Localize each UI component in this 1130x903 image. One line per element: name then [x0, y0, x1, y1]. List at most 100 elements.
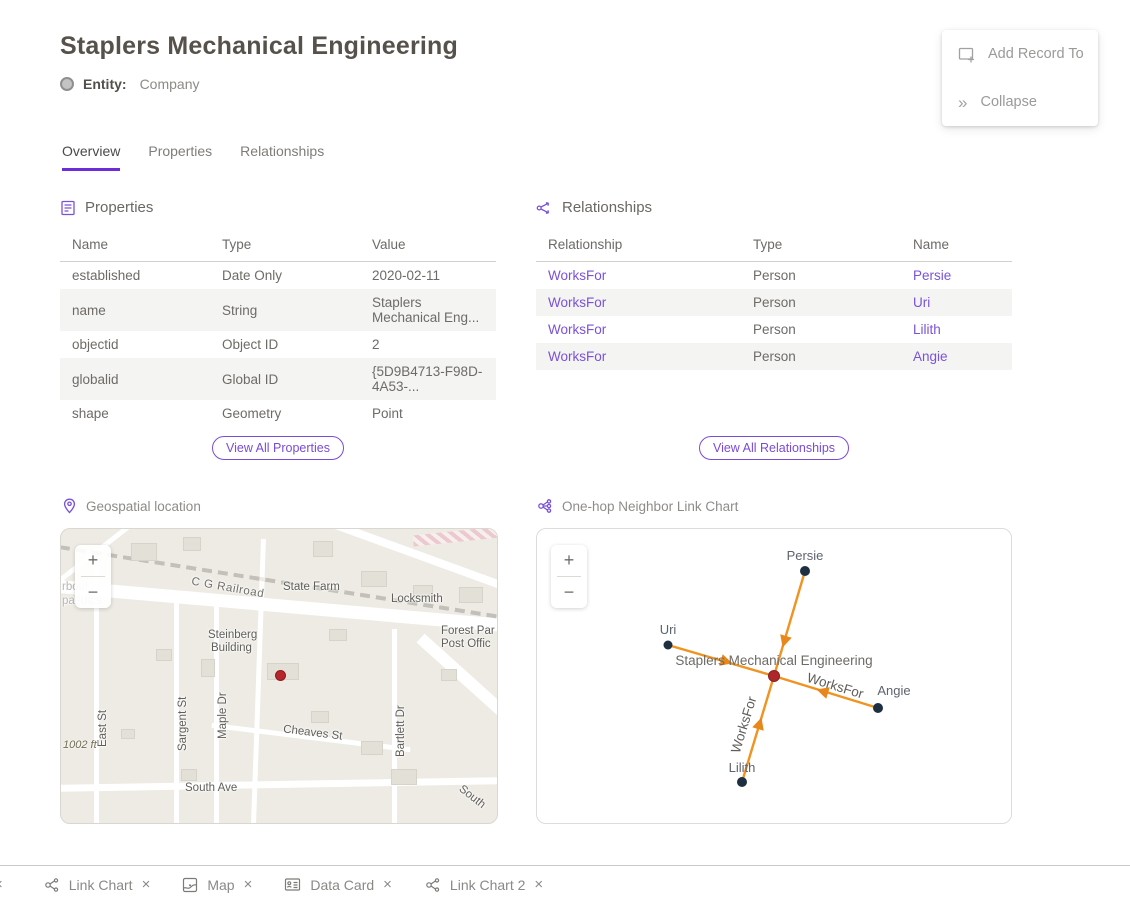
cell: {5D9B4713-F98D-4A53-...: [360, 358, 496, 400]
view-all-properties-button[interactable]: View All Properties: [212, 436, 344, 460]
linkchart-section-header: One-hop Neighbor Link Chart: [536, 498, 738, 514]
table-row[interactable]: WorksFor Person Persie: [536, 262, 1012, 290]
entity-link[interactable]: Lilith: [901, 316, 1012, 343]
table-row[interactable]: name String Staplers Mechanical Eng...: [60, 289, 496, 331]
map-label: Steinberg: [208, 629, 257, 641]
view-all-relationships-button[interactable]: View All Relationships: [699, 436, 849, 460]
bottom-tab-label: Data Card: [310, 877, 374, 893]
table-row[interactable]: globalid Global ID {5D9B4713-F98D-4A53-.…: [60, 358, 496, 400]
bottom-tab-map[interactable]: Map ×: [182, 876, 252, 893]
zoom-out-button[interactable]: −: [75, 577, 111, 608]
tab-properties[interactable]: Properties: [148, 143, 212, 171]
bottom-tab-link-chart[interactable]: Link Chart ×: [43, 876, 151, 893]
tab-close-icon[interactable]: ×: [0, 876, 3, 893]
properties-section-header: Properties: [60, 199, 496, 216]
tab-close-icon[interactable]: ×: [142, 876, 151, 893]
menu-item-label: Add Record To: [988, 46, 1084, 62]
entity-value: Company: [140, 76, 200, 92]
node-angie[interactable]: [873, 703, 883, 713]
table-row[interactable]: WorksFor Person Angie: [536, 343, 1012, 370]
tab-close-icon[interactable]: ×: [534, 876, 543, 893]
entity-link[interactable]: Uri: [901, 289, 1012, 316]
page-title: Staplers Mechanical Engineering: [60, 32, 458, 61]
column-header: Relationship: [536, 230, 741, 262]
bottom-tab-link-chart-2[interactable]: Link Chart 2 ×: [424, 876, 543, 893]
node-label: Persie: [787, 548, 824, 563]
column-header: Name: [901, 230, 1012, 262]
map-label: Maple Dr: [217, 692, 229, 739]
link-chart-tab-icon: [424, 877, 441, 893]
zoom-in-button[interactable]: +: [551, 545, 587, 576]
linkchart-section-title: One-hop Neighbor Link Chart: [562, 499, 738, 514]
map-building: [361, 571, 387, 587]
node-center[interactable]: [769, 671, 780, 682]
table-row[interactable]: WorksFor Person Lilith: [536, 316, 1012, 343]
table-row[interactable]: shape Geometry Point: [60, 400, 496, 427]
map-label: East St: [97, 710, 109, 747]
map-building: [183, 537, 201, 551]
zoom-out-button[interactable]: −: [551, 577, 587, 608]
relationship-link[interactable]: WorksFor: [536, 343, 741, 370]
map-building: [131, 543, 157, 561]
linkchart-graph: WorksFor WorksFor Persie Uri Angie Lilit…: [537, 529, 1011, 823]
map-building: [201, 659, 215, 677]
entity-type-dot-icon: [60, 77, 74, 91]
map-label: Post Offic: [441, 638, 491, 650]
relationship-link[interactable]: WorksFor: [536, 262, 741, 290]
bottom-tab-data-card[interactable]: Data Card ×: [284, 876, 392, 893]
table-row[interactable]: objectid Object ID 2: [60, 331, 496, 358]
location-pin-icon: [62, 498, 77, 514]
relationships-header-row: Relationship Type Name: [536, 230, 1012, 262]
cell: shape: [60, 400, 210, 427]
properties-header-row: Name Type Value: [60, 230, 496, 262]
column-header: Name: [60, 230, 210, 262]
map-canvas[interactable]: rbour paedics C G Railroad State Farm Lo…: [60, 528, 498, 824]
cell: Staplers Mechanical Eng...: [360, 289, 496, 331]
map-building: [181, 769, 197, 781]
relationship-link[interactable]: WorksFor: [536, 289, 741, 316]
zoom-in-button[interactable]: +: [75, 545, 111, 576]
map-building: [459, 587, 483, 603]
map-section-header: Geospatial location: [62, 498, 201, 514]
menu-item-add-record-to[interactable]: Add Record To: [942, 30, 1098, 78]
properties-actions: View All Properties: [60, 436, 496, 460]
table-row[interactable]: WorksFor Person Uri: [536, 289, 1012, 316]
table-row[interactable]: established Date Only 2020-02-11: [60, 262, 496, 290]
tab-overview[interactable]: Overview: [62, 143, 120, 171]
tab-close-icon[interactable]: ×: [383, 876, 392, 893]
node-label: Angie: [877, 683, 910, 698]
tab-close-icon[interactable]: ×: [244, 876, 253, 893]
relationships-section: Relationships Relationship Type Name Wor…: [536, 199, 1012, 370]
map-label: Locksmith: [391, 593, 443, 605]
data-card-tab-icon: [284, 877, 301, 892]
node-persie[interactable]: [800, 566, 810, 576]
map-building: [361, 741, 383, 755]
relationships-section-title: Relationships: [562, 199, 652, 216]
map-scale-label: 1002 ft: [63, 739, 97, 751]
menu-item-collapse[interactable]: » Collapse: [942, 78, 1098, 126]
map-label: Bartlett Dr: [395, 705, 407, 757]
map-marker[interactable]: [275, 670, 286, 681]
tab-relationships[interactable]: Relationships: [240, 143, 324, 171]
column-header: Type: [210, 230, 360, 262]
arrowhead-icon: [777, 634, 792, 649]
entity-row: Entity: Company: [60, 76, 199, 92]
cell: 2: [360, 331, 496, 358]
column-header: Value: [360, 230, 496, 262]
linkchart-canvas[interactable]: WorksFor WorksFor Persie Uri Angie Lilit…: [536, 528, 1012, 824]
map-label: Forest Par: [441, 625, 495, 637]
relationship-link[interactable]: WorksFor: [536, 316, 741, 343]
entity-link[interactable]: Persie: [901, 262, 1012, 290]
collapse-icon: »: [958, 94, 967, 111]
map-building: [156, 649, 172, 661]
bottom-tab-label: Link Chart 2: [450, 877, 525, 893]
entity-link[interactable]: Angie: [901, 343, 1012, 370]
node-lilith[interactable]: [737, 777, 747, 787]
bottom-tab-label: Map: [207, 877, 234, 893]
node-label: Lilith: [729, 760, 756, 775]
node-uri[interactable]: [664, 641, 673, 650]
map-building: [329, 629, 347, 641]
map-label: Building: [211, 642, 252, 654]
relationships-actions: View All Relationships: [536, 436, 1012, 460]
add-record-icon: [958, 46, 975, 63]
